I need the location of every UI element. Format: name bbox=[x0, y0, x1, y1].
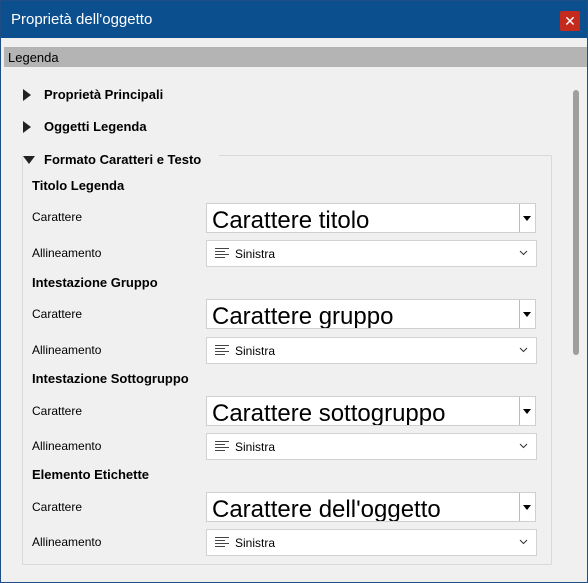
section-label: Formato Caratteri e Testo bbox=[44, 152, 202, 167]
font-label: Carattere bbox=[32, 307, 83, 321]
dropdown-arrow-icon bbox=[523, 216, 531, 221]
alignment-select[interactable]: Sinistra bbox=[206, 240, 537, 267]
window-title: Proprietà dell'oggetto bbox=[11, 11, 153, 28]
group-title-label-element: Elemento Etichette bbox=[32, 467, 150, 482]
font-dropdown-button[interactable] bbox=[519, 397, 535, 425]
dialog-content: Legenda Proprietà Principali Oggetti Leg… bbox=[1, 38, 587, 582]
alignment-label: Allineamento bbox=[32, 343, 102, 357]
dropdown-arrow-icon bbox=[523, 312, 531, 317]
alignment-value: Sinistra bbox=[235, 440, 276, 454]
font-label: Carattere bbox=[32, 210, 83, 224]
font-picker-value: Carattere gruppo bbox=[212, 303, 394, 329]
font-picker-value: Carattere titolo bbox=[212, 207, 370, 233]
chevron-down-icon bbox=[519, 347, 528, 353]
alignment-value: Sinistra bbox=[235, 344, 276, 358]
font-dropdown-button[interactable] bbox=[519, 300, 535, 328]
close-button[interactable]: ✕ bbox=[560, 11, 580, 31]
font-dropdown-button[interactable] bbox=[519, 493, 535, 521]
section-label: Proprietà Principali bbox=[44, 87, 164, 102]
alignment-value: Sinistra bbox=[235, 536, 276, 550]
font-picker[interactable]: Carattere gruppo bbox=[206, 299, 536, 329]
expand-arrow-icon[interactable] bbox=[23, 89, 31, 101]
group-title-legend-title: Titolo Legenda bbox=[32, 178, 125, 193]
collapse-arrow-icon[interactable] bbox=[23, 156, 35, 164]
group-title-subgroup-header: Intestazione Sottogruppo bbox=[32, 371, 189, 386]
font-dropdown-button[interactable] bbox=[519, 204, 535, 232]
chevron-down-icon bbox=[519, 443, 528, 449]
align-left-icon bbox=[215, 441, 229, 452]
alignment-label: Allineamento bbox=[32, 535, 102, 549]
title-bar[interactable]: Proprietà dell'oggetto ✕ bbox=[1, 1, 587, 38]
align-left-icon bbox=[215, 345, 229, 356]
alignment-select[interactable]: Sinistra bbox=[206, 337, 537, 364]
font-picker[interactable]: Carattere titolo bbox=[206, 203, 536, 233]
alignment-label: Allineamento bbox=[32, 439, 102, 453]
group-title-group-header: Intestazione Gruppo bbox=[32, 275, 158, 290]
alignment-label: Allineamento bbox=[32, 246, 102, 260]
font-picker-value: Carattere sottogruppo bbox=[212, 400, 446, 426]
align-left-icon bbox=[215, 248, 229, 259]
section-format[interactable]: Formato Caratteri e Testo bbox=[23, 152, 219, 170]
dropdown-arrow-icon bbox=[523, 409, 531, 414]
alignment-select[interactable]: Sinistra bbox=[206, 433, 537, 460]
font-label: Carattere bbox=[32, 500, 83, 514]
align-left-icon bbox=[215, 537, 229, 548]
object-properties-dialog: Proprietà dell'oggetto ✕ Legenda Proprie… bbox=[0, 0, 588, 583]
alignment-value: Sinistra bbox=[235, 247, 276, 261]
font-picker[interactable]: Carattere sottogruppo bbox=[206, 396, 536, 426]
chevron-down-icon bbox=[519, 539, 528, 545]
font-picker[interactable]: Carattere dell'oggetto bbox=[206, 492, 536, 522]
section-label: Oggetti Legenda bbox=[44, 119, 147, 134]
dropdown-arrow-icon bbox=[523, 505, 531, 510]
scrollbar-thumb[interactable] bbox=[573, 90, 579, 355]
font-picker-value: Carattere dell'oggetto bbox=[212, 496, 441, 522]
legend-header: Legenda bbox=[4, 47, 587, 67]
font-label: Carattere bbox=[32, 404, 83, 418]
legend-header-label: Legenda bbox=[8, 50, 59, 65]
alignment-select[interactable]: Sinistra bbox=[206, 529, 537, 556]
expand-arrow-icon[interactable] bbox=[23, 121, 31, 133]
chevron-down-icon bbox=[519, 250, 528, 256]
